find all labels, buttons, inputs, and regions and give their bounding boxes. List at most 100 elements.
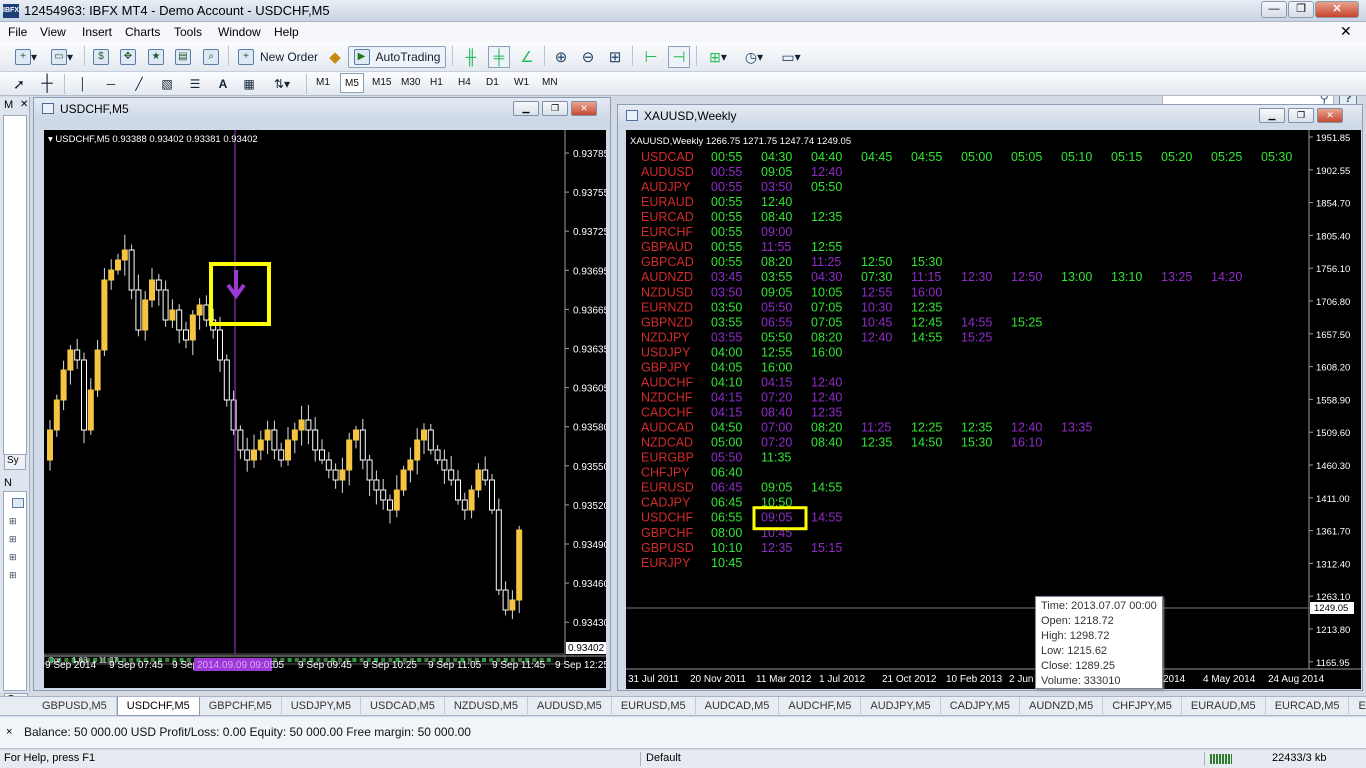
schedule-symbol: GBPJPY [641,360,691,374]
chart-shift-button[interactable]: ⊣ [668,46,690,68]
tile-windows-button[interactable]: ⊞ [604,46,626,68]
restore-icon[interactable]: ❐ [542,101,568,116]
restore-icon[interactable]: ❐ [1288,1,1314,18]
chart-tab[interactable]: AUDCHF,M5 [779,697,862,716]
timeframe-m1[interactable]: M1 [312,73,334,93]
chart-tab[interactable]: USDJPY,M5 [282,697,362,716]
schedule-time: 12:40 [1011,421,1042,435]
auto-scroll-button[interactable]: ⊢ [640,46,662,68]
zoom-in-button[interactable]: ⊕ [550,46,572,68]
strategy-tester-button[interactable]: ⌕ [200,46,222,68]
line-chart-button[interactable]: ∠ [516,46,538,68]
menu-view[interactable]: View [40,25,66,39]
indicator-bar [417,658,422,662]
candle-body [285,439,291,461]
expand-icon[interactable]: ⊞ [9,534,17,545]
expand-icon[interactable]: ⊞ [9,516,17,527]
usdchf-price-chart[interactable]: 0.93785 0.93755 0.93725 0.93695 0.93665 0.936… [44,130,606,688]
menu-window[interactable]: Window [218,25,261,39]
new-chart-button[interactable]: + ▾ [8,46,44,68]
chart-tab[interactable]: EL [1349,697,1366,716]
text-button[interactable]: A [214,73,232,95]
data-window-button[interactable]: ✥ [117,46,139,68]
metaeditor-button[interactable]: ◆ [325,46,345,68]
close-icon[interactable]: ✕ [571,101,597,116]
profiles-button[interactable]: ▭ ▾ [46,46,78,68]
chart-tab[interactable]: GBPCHF,M5 [200,697,282,716]
menu-help[interactable]: Help [274,25,299,39]
new-order-button[interactable]: + New Order [235,46,321,68]
chart-window-titlebar[interactable]: XAUUSD,Weekly ▁ ❐ ✕ [618,105,1362,127]
chart-tab[interactable]: AUDJPY,M5 [861,697,941,716]
market-watch-button[interactable]: $ [90,46,112,68]
crosshair-button[interactable]: ┼ [38,73,56,95]
chart-window-titlebar[interactable]: USDCHF,M5 ▁ ❐ ✕ [34,98,610,120]
navigator-tab[interactable]: N [4,477,12,489]
autotrading-icon: ▶ [353,49,370,65]
templates-button[interactable]: ▭ ▾ [775,46,807,68]
terminal-close-icon[interactable]: × [6,726,12,738]
timeframe-w1[interactable]: W1 [510,73,533,93]
chart-tab[interactable]: CADJPY,M5 [941,697,1021,716]
timeframe-h1[interactable]: H1 [426,73,447,93]
chart-tab[interactable]: USDCHF,M5 [116,697,200,716]
market-watch-tab[interactable]: M [4,99,13,111]
candlestick-button[interactable]: ╪ [488,46,510,68]
arrows-button[interactable]: ⇅ ▾ [266,73,298,95]
chart-tab[interactable]: NZDUSD,M5 [445,697,529,716]
menu-tools[interactable]: Tools [174,25,202,39]
menu-charts[interactable]: Charts [125,25,160,39]
close-icon[interactable]: ✕ [1317,108,1343,123]
clock-icon: ◷ [744,48,758,65]
xauusd-price-chart[interactable]: 1951.85 1902.55 1854.70 1805.40 1756.10 1706.… [626,130,1361,689]
close-icon[interactable]: ✕ [1315,1,1359,18]
chart-tab[interactable]: EURAUD,M5 [1182,697,1266,716]
chart-tab[interactable]: USDCAD,M5 [361,697,445,716]
text-label-button[interactable]: ▦ [240,73,258,95]
chart-tab[interactable]: AUDNZD,M5 [1020,697,1104,716]
schedule-time: 12:40 [811,390,842,404]
price-axis-label: 0.93665 [573,305,606,316]
timeframe-h4[interactable]: H4 [454,73,475,93]
candlestick-icon: ╪ [493,48,505,66]
chart-tab[interactable]: AUDCAD,M5 [696,697,780,716]
current-price-label: 1249.05 [1314,603,1348,614]
periods-button[interactable]: ◷ ▾ [738,46,770,68]
title-bar: IBFX 12454963: IBFX MT4 - Demo Account -… [0,0,1366,22]
minimize-icon[interactable]: — [1261,1,1287,18]
expand-icon[interactable]: ⊞ [9,552,17,563]
expand-icon[interactable]: ⊞ [9,570,17,581]
timeframe-m5[interactable]: M5 [340,73,364,93]
mdi-close-icon[interactable]: ✕ [1340,23,1352,40]
bar-chart-button[interactable]: ╫ [460,46,482,68]
horizontal-line-button[interactable]: ─ [102,73,120,95]
menu-insert[interactable]: Insert [82,25,112,39]
vertical-line-button[interactable]: │ [74,73,92,95]
candle-body [264,429,271,441]
autotrading-button[interactable]: ▶ AutoTrading [348,46,446,68]
menu-file[interactable]: File [8,25,27,39]
timeframe-d1[interactable]: D1 [482,73,503,93]
minimize-icon[interactable]: ▁ [513,101,539,116]
panel-close-icon[interactable]: ✕ [20,99,28,110]
symbols-tab[interactable]: Sy [4,454,26,470]
timeframe-mn[interactable]: MN [538,73,562,93]
timeframe-m15[interactable]: M15 [368,73,395,93]
chart-tab[interactable]: EURUSD,M5 [612,697,696,716]
terminal-button[interactable]: ▤ [172,46,194,68]
indicators-button[interactable]: ⊞ ▾ [702,46,734,68]
cursor-button[interactable]: ➚ [10,73,28,95]
timeframe-m30[interactable]: M30 [397,73,424,93]
minimize-icon[interactable]: ▁ [1259,108,1285,123]
chart-tab[interactable]: CHFJPY,M5 [1103,697,1182,716]
zoom-out-button[interactable]: ⊖ [577,46,599,68]
chart-tab[interactable]: AUDUSD,M5 [528,697,612,716]
trendline-button[interactable]: ╱ [130,73,148,95]
restore-icon[interactable]: ❐ [1288,108,1314,123]
navigator-button[interactable]: ★ [145,46,167,68]
chart-tab[interactable]: EURCAD,M5 [1266,697,1350,716]
channel-button[interactable]: ▧ [158,73,176,95]
price-axis-label: 1902.55 [1316,166,1350,177]
chart-tab[interactable]: GBPUSD,M5 [33,697,117,716]
fibonacci-button[interactable]: ☰ [186,73,204,95]
